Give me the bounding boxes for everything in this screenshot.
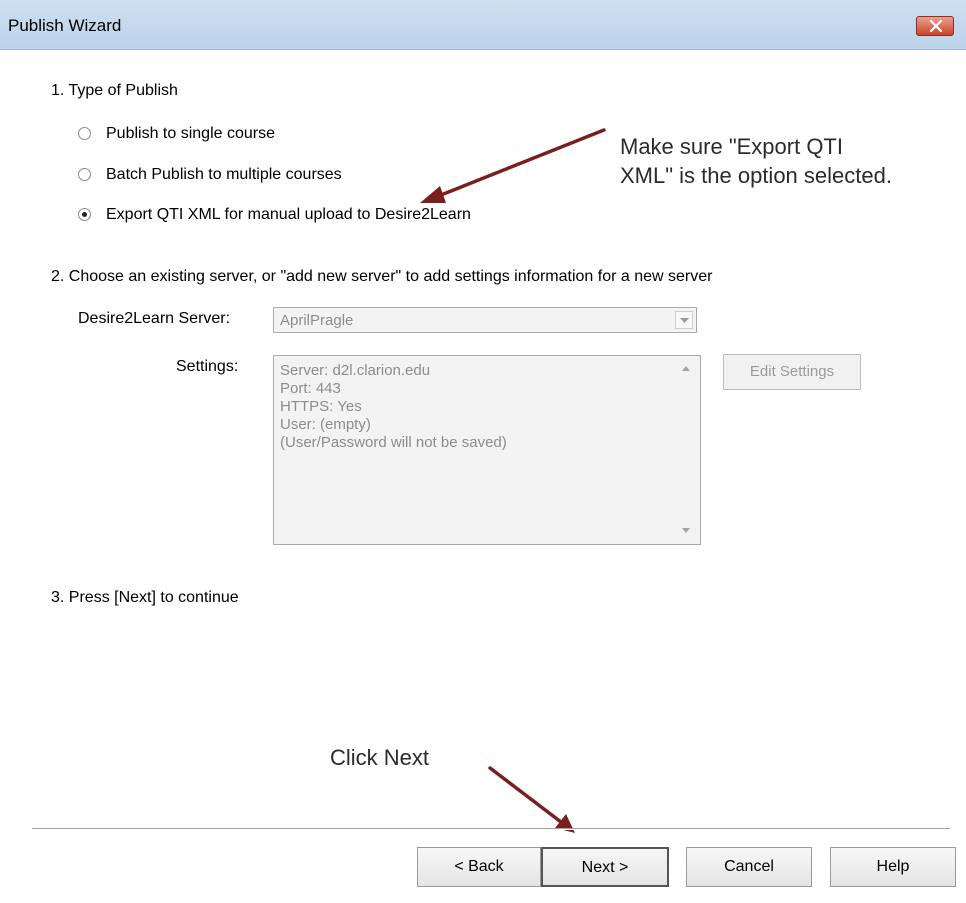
annotation-click-next: Click Next <box>330 745 430 770</box>
step1-heading: 1. Type of Publish <box>51 82 178 99</box>
help-button[interactable]: Help <box>830 847 956 887</box>
step2-heading: 2. Choose an existing server, or "add ne… <box>51 268 713 285</box>
server-label: Desire2Learn Server: <box>78 310 231 327</box>
radio-dot <box>82 212 87 217</box>
close-icon <box>929 20 943 32</box>
title-bar: Publish Wizard <box>0 0 966 50</box>
annotation-qti-line2: XML" is the option selected. <box>620 163 892 188</box>
radio-button[interactable] <box>78 127 91 140</box>
radio-label: Export QTI XML for manual upload to Desi… <box>106 206 471 223</box>
radio-button[interactable] <box>78 168 91 181</box>
button-bar-divider <box>32 828 950 830</box>
edit-settings-button[interactable]: Edit Settings <box>723 354 861 390</box>
settings-line: (User/Password will not be saved) <box>280 434 507 451</box>
settings-line: HTTPS: Yes <box>280 398 362 415</box>
server-dropdown[interactable]: AprilPragle <box>273 307 697 333</box>
close-button[interactable] <box>916 16 954 36</box>
dropdown-button[interactable] <box>675 311 693 329</box>
window-title: Publish Wizard <box>8 16 122 35</box>
settings-line: Port: 443 <box>280 380 341 397</box>
settings-label: Settings: <box>176 358 239 375</box>
radio-label: Batch Publish to multiple courses <box>106 166 342 183</box>
back-button[interactable]: < Back <box>417 847 541 887</box>
settings-textarea[interactable]: Server: d2l.clarion.edu Port: 443 HTTPS:… <box>273 355 701 545</box>
chevron-down-icon <box>680 318 689 323</box>
cancel-button[interactable]: Cancel <box>686 847 812 887</box>
step3-heading: 3. Press [Next] to continue <box>51 589 239 606</box>
next-button[interactable]: Next > <box>541 847 669 887</box>
annotation-qti-line1: Make sure "Export QTI <box>620 134 843 159</box>
settings-line: Server: d2l.clarion.edu <box>280 362 431 379</box>
radio-label: Publish to single course <box>106 125 275 142</box>
settings-line: User: (empty) <box>280 416 371 433</box>
scroll-up-icon[interactable] <box>682 366 690 371</box>
scroll-down-icon[interactable] <box>682 528 690 533</box>
server-value: AprilPragle <box>280 312 354 329</box>
radio-button-selected[interactable] <box>78 208 91 221</box>
